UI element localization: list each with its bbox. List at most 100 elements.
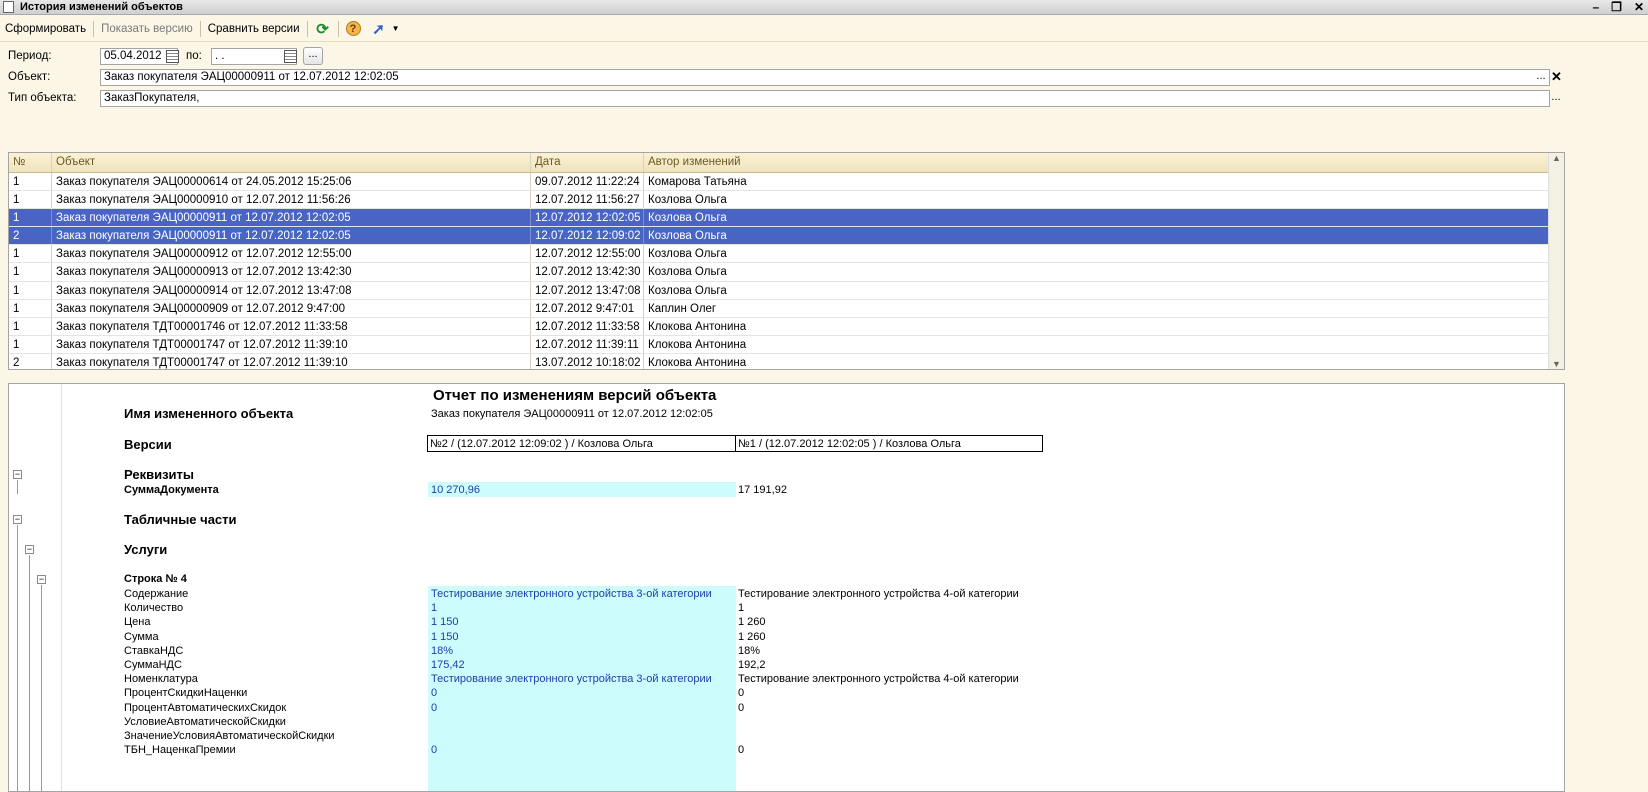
field-name: Цена xyxy=(124,616,151,629)
restore-icon[interactable]: ❐ xyxy=(1611,0,1622,14)
close-icon[interactable]: ✕ xyxy=(1634,0,1644,14)
cell-object: Заказ покупателя ЭАЦ00000914 от 12.07.20… xyxy=(52,281,531,299)
minimize-icon[interactable]: – xyxy=(1592,0,1599,14)
table-row[interactable]: 1 Заказ покупателя ЭАЦ00000913 от 12.07.2… xyxy=(9,263,1564,282)
field-value-a: 0 xyxy=(431,701,438,714)
cell-object: Заказ покупателя ЭАЦ00000911 от 12.07.20… xyxy=(52,227,531,245)
table-row[interactable]: 1 Заказ покупателя ТДТ00001746 от 12.07.2… xyxy=(9,317,1564,336)
object-value: Заказ покупателя ЭАЦ00000911 от 12.07.20… xyxy=(104,71,399,83)
cell-number: 1 xyxy=(9,281,52,299)
toolbar-separator xyxy=(199,20,201,37)
field-name: ЗначениеУсловияАвтоматическойСкидки xyxy=(124,730,335,742)
compare-versions-button[interactable]: Сравнить версии xyxy=(203,23,305,35)
toolbar-separator xyxy=(337,20,339,37)
cell-author: Каплин Олег xyxy=(644,299,1549,317)
toolbar-separator xyxy=(93,20,95,37)
cell-date: 12.07.2012 11:56:27 xyxy=(531,191,644,209)
period-to-label: по: xyxy=(186,50,202,62)
services-heading: Услуги xyxy=(124,542,168,557)
cell-object: Заказ покупателя ТДТ00001747 от 12.07.20… xyxy=(52,353,531,369)
cell-number: 1 xyxy=(9,191,52,209)
help-icon[interactable]: ? xyxy=(345,21,361,36)
cell-object: Заказ покупателя ЭАЦ00000912 от 12.07.20… xyxy=(52,245,531,263)
table-row[interactable]: 1 Заказ покупателя ТДТ00001747 от 12.07.2… xyxy=(9,335,1564,354)
column-header-author[interactable]: Автор изменений xyxy=(644,153,1549,172)
table-header: № Объект Дата Автор изменений xyxy=(9,153,1564,173)
cell-number: 2 xyxy=(9,353,52,369)
field-value-b: 0 xyxy=(738,701,745,714)
document-icon xyxy=(3,1,14,13)
cell-object: Заказ покупателя ЭАЦ00000913 от 12.07.20… xyxy=(52,263,531,281)
cell-number: 1 xyxy=(9,299,52,317)
chevron-down-icon[interactable]: ▼ xyxy=(388,21,404,37)
period-select-button[interactable]: ... xyxy=(303,47,323,65)
cell-object: Заказ покупателя ЭАЦ00000614 от 24.05.20… xyxy=(52,173,531,191)
cell-author: Клокова Антонина xyxy=(644,353,1549,369)
scroll-down-icon[interactable]: ▼ xyxy=(1552,359,1561,369)
table-row[interactable]: 1 Заказ покупателя ЭАЦ00000909 от 12.07.2… xyxy=(9,299,1564,318)
refresh-icon[interactable]: ⟳ xyxy=(315,21,331,38)
cell-author: Козлова Ольга xyxy=(644,263,1549,281)
navigate-arrow-icon[interactable]: ➚ xyxy=(371,21,387,38)
cell-date: 09.07.2012 11:22:24 xyxy=(531,173,644,191)
scroll-up-icon[interactable]: ▲ xyxy=(1552,153,1561,163)
version-a-cell: №2 / (12.07.2012 12:09:02 ) / Козлова Ол… xyxy=(427,435,736,452)
column-header-number[interactable]: № xyxy=(9,153,52,172)
generate-button[interactable]: Сформировать xyxy=(0,23,91,35)
field-value-a: Тестирование электронного устройства 3-о… xyxy=(431,673,712,686)
clear-icon[interactable]: ✕ xyxy=(1551,70,1562,83)
window-titlebar: История изменений объектов – ❐ ✕ xyxy=(0,0,1648,15)
field-value-b: 192,2 xyxy=(738,659,766,671)
object-field[interactable]: Заказ покупателя ЭАЦ00000911 от 12.07.20… xyxy=(100,69,1550,86)
collapse-row-icon[interactable]: − xyxy=(37,575,46,584)
cell-number: 1 xyxy=(9,245,52,263)
toolbar: Сформировать Показать версию Сравнить ве… xyxy=(0,16,1648,42)
field-name: ПроцентСкидкиНаценки xyxy=(124,687,248,700)
calendar-icon[interactable] xyxy=(166,50,179,63)
field-value-a: 1 150 xyxy=(431,630,459,643)
field-value-a: 1 150 xyxy=(431,616,459,629)
object-type-value: ЗаказПокупателя, xyxy=(104,92,200,104)
column-header-date[interactable]: Дата xyxy=(531,153,644,172)
table-row[interactable]: 1 Заказ покупателя ЭАЦ00000911 от 12.07.2… xyxy=(9,209,1564,228)
cell-date: 12.07.2012 11:33:58 xyxy=(531,317,644,335)
row-heading: Строка № 4 xyxy=(124,573,187,585)
table-row[interactable]: 1 Заказ покупателя ЭАЦ00000912 от 12.07.2… xyxy=(9,245,1564,264)
field-value-a: 18% xyxy=(431,644,454,657)
period-label: Период: xyxy=(8,50,52,62)
object-name-value: Заказ покупателя ЭАЦ00000911 от 12.07.20… xyxy=(431,408,713,420)
object-select-button[interactable]: ... xyxy=(1533,71,1549,86)
collapse-tabular-icon[interactable]: − xyxy=(13,515,22,524)
table-row[interactable]: 2 Заказ покупателя ЭАЦ00000911 от 12.07.2… xyxy=(9,227,1564,246)
field-value-b: Тестирование электронного устройства 4-о… xyxy=(738,673,1019,686)
table-row[interactable]: 1 Заказ покупателя ЭАЦ00000914 от 12.07.2… xyxy=(9,281,1564,300)
doc-sum-label: СуммаДокумента xyxy=(124,484,219,496)
cell-date: 13.07.2012 10:18:02 xyxy=(531,353,644,369)
field-value-b: 0 xyxy=(738,744,745,757)
calendar-icon[interactable] xyxy=(284,50,297,63)
changed-values-highlight xyxy=(428,586,736,791)
object-type-field[interactable]: ЗаказПокупателя, xyxy=(100,90,1550,107)
cell-number: 1 xyxy=(9,209,52,227)
show-version-button[interactable]: Показать версию xyxy=(96,23,198,35)
cell-date: 12.07.2012 13:42:30 xyxy=(531,263,644,281)
tabular-parts-heading: Табличные части xyxy=(124,512,237,527)
column-header-object[interactable]: Объект xyxy=(52,153,531,172)
collapse-requisites-icon[interactable]: − xyxy=(13,470,22,479)
object-name-label: Имя измененного объекта xyxy=(124,406,294,421)
window-controls: – ❐ ✕ xyxy=(1592,0,1644,14)
table-row[interactable]: 2 Заказ покупателя ТДТ00001747 от 12.07.2… xyxy=(9,353,1564,369)
requisites-heading: Реквизиты xyxy=(124,467,194,482)
collapse-services-icon[interactable]: − xyxy=(25,545,34,554)
table-body: 1 Заказ покупателя ЭАЦ00000614 от 24.05.2… xyxy=(9,173,1564,369)
field-name: УсловиеАвтоматическойСкидки xyxy=(124,715,286,728)
cell-object: Заказ покупателя ЭАЦ00000911 от 12.07.20… xyxy=(52,209,531,227)
table-row[interactable]: 1 Заказ покупателя ЭАЦ00000910 от 12.07.2… xyxy=(9,191,1564,210)
cell-date: 12.07.2012 13:47:08 xyxy=(531,281,644,299)
table-scrollbar[interactable]: ▲ ▼ xyxy=(1548,153,1564,369)
table-row[interactable]: 1 Заказ покупателя ЭАЦ00000614 от 24.05.2… xyxy=(9,173,1564,192)
object-type-select-button[interactable]: ... xyxy=(1548,92,1564,107)
object-label: Объект: xyxy=(8,71,51,83)
field-name: ТБН_НаценкаПремии xyxy=(124,744,236,757)
cell-author: Комарова Татьяна xyxy=(644,173,1549,191)
